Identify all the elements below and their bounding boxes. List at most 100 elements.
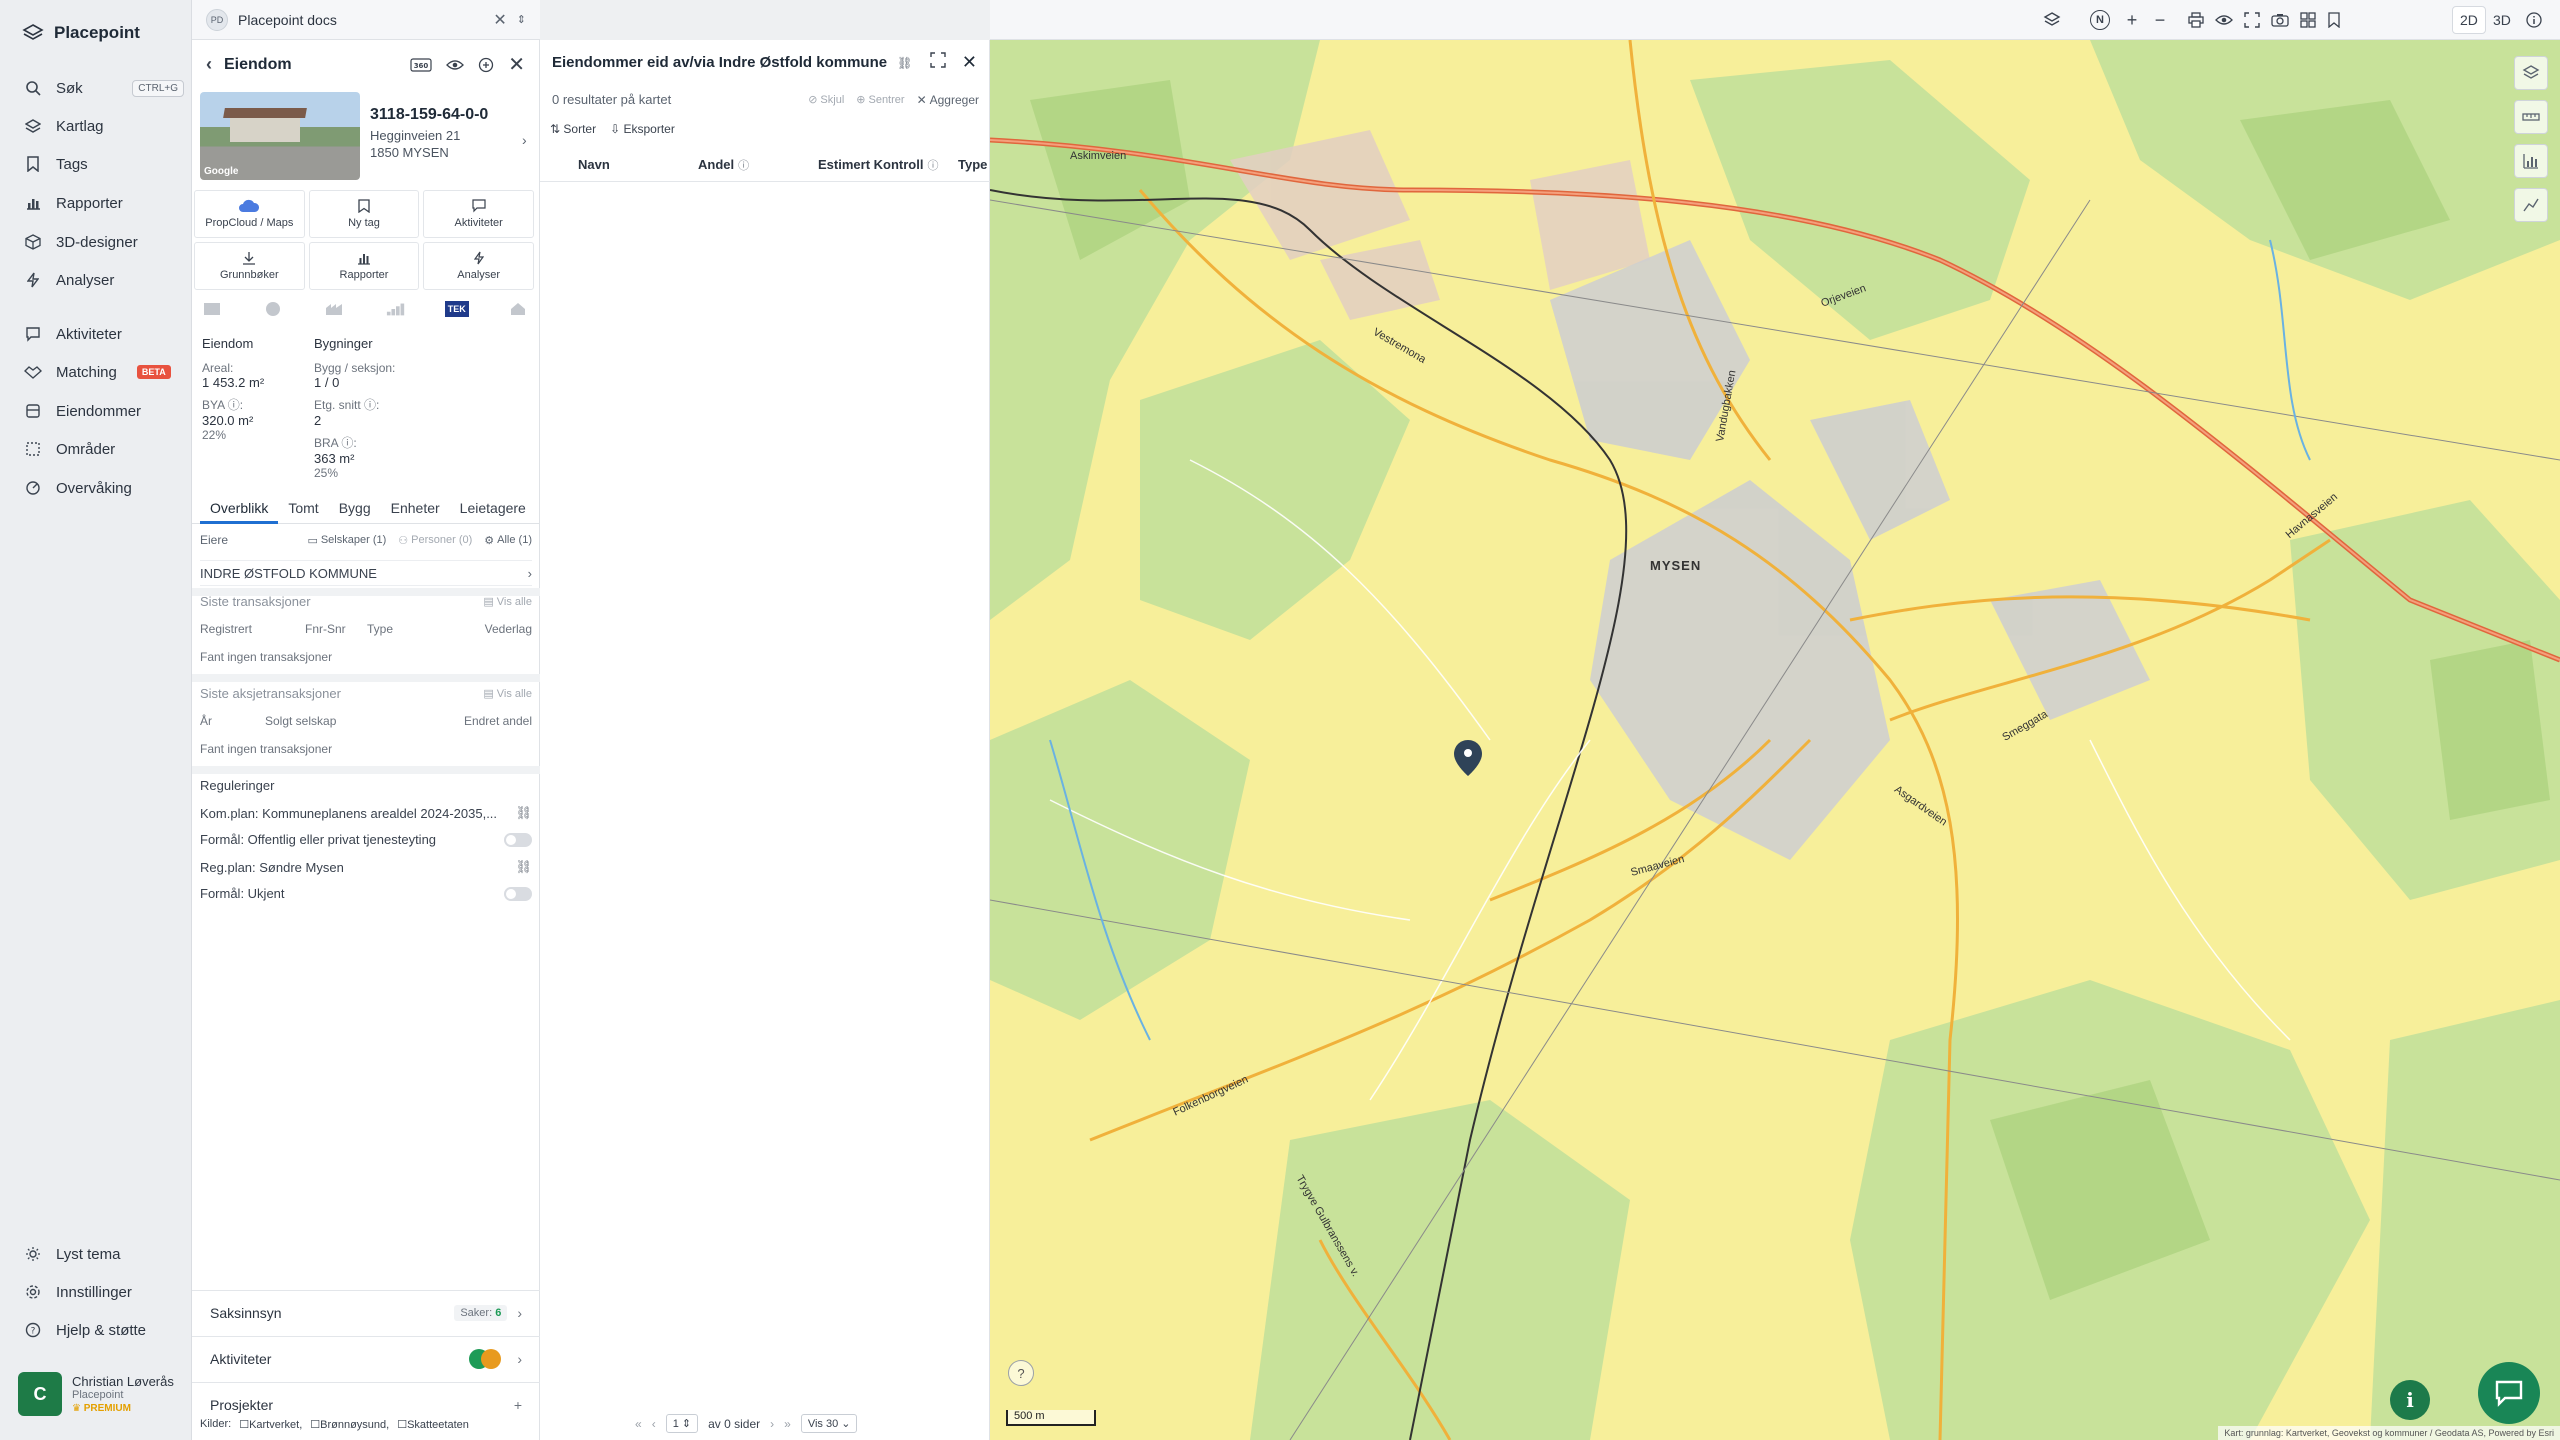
analyses-button[interactable]: Analyser: [423, 242, 534, 290]
nav-item-search[interactable]: Søk CTRL+G: [24, 76, 184, 100]
filter-persons[interactable]: ⚇ Personer (0): [398, 534, 472, 547]
profile-tool-icon[interactable]: [2514, 188, 2548, 222]
layer-toggle[interactable]: [504, 886, 532, 901]
chat-launcher[interactable]: [2478, 1362, 2540, 1424]
grid-icon[interactable]: [2298, 10, 2318, 30]
show-all-share-transactions[interactable]: ▤ Vis alle: [483, 687, 532, 701]
view-2d-button[interactable]: 2D: [2452, 6, 2486, 34]
eye-icon[interactable]: [2214, 10, 2234, 30]
aggregate-button[interactable]: ✕ Aggreger: [917, 93, 979, 107]
signal-bars-icon[interactable]: [386, 300, 406, 318]
owner-row[interactable]: INDRE ØSTFOLD KOMMUNE ›: [200, 560, 532, 586]
column-type[interactable]: Type: [958, 157, 987, 172]
reports-button[interactable]: Rapporter: [308, 242, 420, 290]
back-icon[interactable]: ‹: [206, 54, 212, 75]
show-all-transactions[interactable]: ▤ Vis alle: [483, 595, 532, 609]
tab-leietagere[interactable]: Leietagere: [450, 496, 536, 524]
clear-icon[interactable]: ✕: [493, 10, 506, 30]
tab-enheter[interactable]: Enheter: [381, 496, 450, 524]
eye-icon[interactable]: [446, 59, 465, 71]
link-icon[interactable]: ⛓: [515, 859, 532, 875]
layers-toggle-icon[interactable]: [2042, 10, 2062, 30]
document-selector[interactable]: PD Placepoint docs ✕ ⇕: [192, 0, 540, 40]
export-button[interactable]: ⇩ Eksporter: [610, 122, 675, 136]
home-icon[interactable]: [508, 300, 528, 318]
zoom-in-icon[interactable]: +: [2122, 10, 2142, 30]
land-register-button[interactable]: Grunnbøker: [194, 242, 305, 290]
accordion-saksinnsyn[interactable]: Saksinnsyn Saker: 6 ›: [192, 1290, 540, 1334]
add-circle-icon[interactable]: [478, 57, 494, 73]
nav-item-innstillinger[interactable]: Innstillinger: [24, 1280, 184, 1304]
last-page-icon[interactable]: »: [784, 1417, 791, 1431]
nav-item-hjelp[interactable]: ? Hjelp & støtte: [24, 1318, 184, 1342]
source-link[interactable]: ☐Brønnøysund,: [310, 1418, 389, 1431]
column-navn[interactable]: Navn: [578, 157, 610, 172]
column-estimert-kontroll[interactable]: Estimert Kontroll ⓘ: [818, 157, 938, 173]
nav-item-analyser[interactable]: Analyser: [24, 268, 184, 292]
nav-item-lyst-tema[interactable]: Lyst tema: [24, 1242, 184, 1266]
property-address[interactable]: 3118-159-64-0-0 Hegginveien 21 1850 MYSE…: [370, 106, 488, 160]
column-andel[interactable]: Andel ⓘ: [698, 157, 749, 173]
filter-companies[interactable]: ▭ Selskaper (1): [307, 534, 386, 547]
nav-item-overvaking[interactable]: Overvåking: [24, 476, 184, 500]
regulation-row[interactable]: Reg.plan: Søndre Mysen ⛓: [200, 859, 532, 875]
print-icon[interactable]: [2186, 10, 2206, 30]
chevron-right-icon[interactable]: ›: [522, 132, 527, 148]
tek-icon[interactable]: TEK: [444, 300, 469, 318]
page-input[interactable]: 1 ⇕: [665, 1414, 699, 1433]
new-tag-button[interactable]: Ny tag: [308, 190, 420, 238]
nav-item-matching[interactable]: Matching BETA: [24, 360, 184, 384]
measure-icon[interactable]: [2514, 100, 2548, 134]
activities-button[interactable]: Aktiviteter: [423, 190, 534, 238]
chevron-updown-icon[interactable]: ⇕: [517, 13, 526, 26]
360-view-icon[interactable]: 360: [410, 57, 432, 72]
expand-icon[interactable]: [930, 52, 946, 73]
close-icon[interactable]: ✕: [962, 52, 977, 73]
nav-item-omrader[interactable]: Områder: [24, 437, 184, 461]
matrikkel-icon[interactable]: [202, 300, 222, 318]
app-brand[interactable]: Placepoint: [22, 22, 140, 44]
map-canvas[interactable]: MYSEN Askimveien Vestremona Orjeveien Sm…: [990, 40, 2560, 1440]
hide-button[interactable]: ⊘ Skjul: [808, 93, 844, 107]
zoom-out-icon[interactable]: −: [2150, 10, 2170, 30]
accordion-aktiviteter[interactable]: Aktiviteter ›: [192, 1336, 540, 1380]
nav-item-3d-designer[interactable]: 3D-designer: [24, 230, 184, 254]
user-profile[interactable]: C Christian Løverås Placepoint ♛ PREMIUM: [18, 1372, 174, 1416]
layers-panel-icon[interactable]: [2514, 56, 2548, 90]
link-icon[interactable]: ⛓: [897, 56, 912, 70]
info-button[interactable]: i: [2390, 1380, 2430, 1420]
prev-page-icon[interactable]: ‹: [652, 1417, 656, 1431]
add-icon[interactable]: +: [514, 1397, 522, 1413]
fullscreen-icon[interactable]: [2242, 10, 2262, 30]
nav-item-eiendommer[interactable]: Eiendommer: [24, 399, 184, 423]
help-icon[interactable]: ?: [1008, 1360, 1034, 1386]
nav-item-aktiviteter[interactable]: Aktiviteter: [24, 322, 184, 346]
source-link[interactable]: ☐Kartverket,: [239, 1418, 302, 1431]
close-icon[interactable]: ✕: [508, 52, 525, 77]
camera-icon[interactable]: [2270, 10, 2290, 30]
center-button[interactable]: ⊕ Sentrer: [856, 93, 904, 107]
layer-toggle[interactable]: [504, 832, 532, 847]
tab-overblikk[interactable]: Overblikk: [200, 496, 279, 524]
compass-north-icon[interactable]: N: [2090, 10, 2110, 30]
factory-icon[interactable]: [324, 300, 344, 318]
nav-item-tags[interactable]: Tags: [24, 152, 184, 176]
propcloud-button[interactable]: PropCloud / Maps: [194, 190, 305, 238]
tab-tomt[interactable]: Tomt: [278, 496, 328, 524]
globe-icon[interactable]: [263, 300, 283, 318]
first-page-icon[interactable]: «: [635, 1417, 642, 1431]
nav-item-rapporter[interactable]: Rapporter: [24, 191, 184, 215]
info-circle-icon[interactable]: [2524, 10, 2544, 30]
source-link[interactable]: ☐Skatteetaten: [397, 1418, 469, 1431]
sort-button[interactable]: ⇅ Sorter: [550, 122, 596, 136]
nav-item-kartlag[interactable]: Kartlag: [24, 114, 184, 138]
street-view-photo[interactable]: Google: [200, 92, 360, 180]
bookmark-icon[interactable]: [2324, 10, 2344, 30]
page-size-select[interactable]: Vis 30 ⌄: [800, 1414, 858, 1433]
view-3d-button[interactable]: 3D: [2486, 6, 2518, 34]
tab-bygg[interactable]: Bygg: [329, 496, 381, 524]
next-page-icon[interactable]: ›: [770, 1417, 774, 1431]
filter-all[interactable]: ⚙ Alle (1): [484, 534, 532, 547]
regulation-row[interactable]: Kom.plan: Kommuneplanens arealdel 2024-2…: [200, 805, 532, 821]
chart-tool-icon[interactable]: [2514, 144, 2548, 178]
